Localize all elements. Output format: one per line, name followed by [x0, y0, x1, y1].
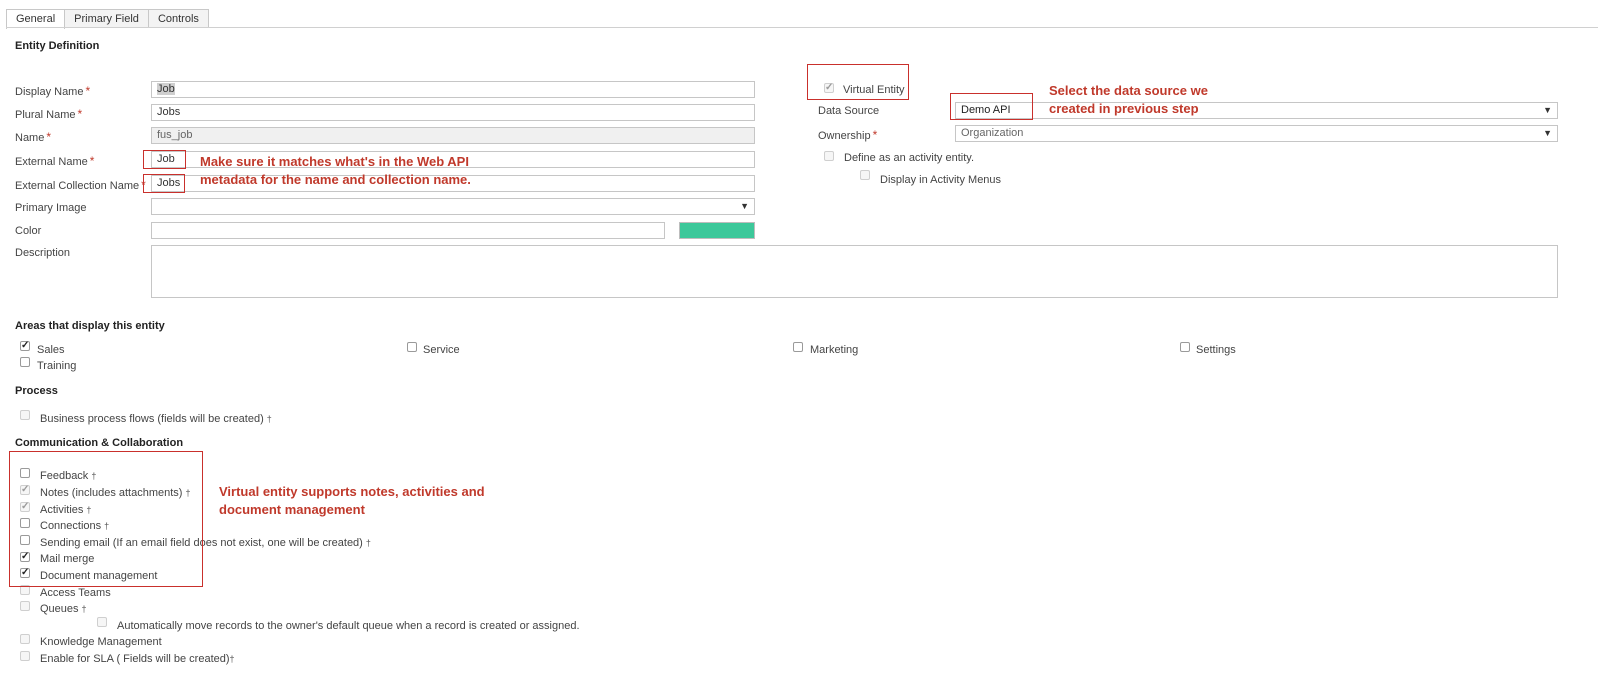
dagger-marker: † — [81, 604, 87, 614]
data-source-label: Data Source — [818, 105, 880, 117]
queues-checkbox — [20, 601, 30, 611]
display-activity-menus-label: Display in Activity Menus — [880, 174, 1002, 186]
enable-sla-label: Enable for SLA ( Fields will be created)… — [40, 653, 235, 665]
dropdown-arrow-icon: ▼ — [1543, 105, 1552, 115]
required-marker: * — [46, 130, 52, 144]
ownership-select: Organization ▼ — [955, 125, 1558, 142]
enable-sla-checkbox — [20, 651, 30, 661]
annotation-data-source: Select the data source we created in pre… — [1049, 83, 1208, 116]
sales-label: Sales — [37, 344, 65, 356]
tab-strip: General Primary Field Controls — [6, 9, 209, 29]
tab-primary-field[interactable]: Primary Field — [64, 9, 149, 28]
training-checkbox[interactable] — [20, 357, 30, 367]
section-title-process: Process — [15, 385, 58, 397]
annotation-box-communication — [9, 451, 203, 587]
access-teams-label: Access Teams — [40, 587, 111, 599]
annotation-box-data-source — [950, 93, 1033, 120]
annotation-box-external-name — [143, 150, 186, 169]
define-activity-checkbox — [824, 151, 834, 161]
business-process-flows-label: Business process flows (fields will be c… — [40, 413, 272, 425]
service-checkbox[interactable] — [407, 342, 417, 352]
name-label: Name * — [15, 130, 52, 144]
ownership-label: Ownership * — [818, 128, 878, 142]
annotation-box-virtual-entity — [807, 64, 909, 100]
external-collection-name-label: External Collection Name * — [15, 178, 146, 192]
auto-move-queue-label: Automatically move records to the owner'… — [117, 620, 580, 632]
display-name-label: Display Name * — [15, 84, 91, 98]
tab-divider — [6, 27, 1598, 28]
display-activity-menus-checkbox — [860, 170, 870, 180]
tab-controls[interactable]: Controls — [147, 9, 209, 28]
plural-name-input[interactable]: Jobs — [151, 104, 755, 121]
annotation-external-names: Make sure it matches what's in the Web A… — [200, 154, 471, 187]
required-marker: * — [85, 84, 91, 98]
section-title-entity-definition: Entity Definition — [15, 40, 100, 52]
knowledge-management-checkbox — [20, 634, 30, 644]
color-label: Color — [15, 225, 42, 237]
required-marker: * — [89, 154, 95, 168]
queues-label: Queues † — [40, 603, 87, 615]
required-marker: * — [872, 128, 878, 142]
dropdown-arrow-icon: ▼ — [740, 201, 749, 211]
section-title-areas: Areas that display this entity — [15, 320, 165, 332]
color-swatch[interactable] — [679, 222, 755, 239]
settings-checkbox[interactable] — [1180, 342, 1190, 352]
required-marker: * — [77, 107, 83, 121]
color-input[interactable] — [151, 222, 665, 239]
name-input: fus_job — [151, 127, 755, 144]
service-label: Service — [423, 344, 460, 356]
dagger-marker: † — [229, 654, 235, 664]
marketing-label: Marketing — [810, 344, 859, 356]
sales-checkbox[interactable]: ✓ — [20, 341, 30, 351]
marketing-checkbox[interactable] — [793, 342, 803, 352]
section-title-communication: Communication & Collaboration — [15, 437, 184, 449]
description-textarea[interactable] — [151, 245, 1558, 298]
business-process-flows-checkbox — [20, 410, 30, 420]
annotation-virtual-entity-support: Virtual entity supports notes, activitie… — [219, 484, 485, 517]
knowledge-management-label: Knowledge Management — [40, 636, 162, 648]
primary-image-select[interactable]: ▼ — [151, 198, 755, 215]
display-name-input[interactable]: Job — [151, 81, 755, 98]
annotation-box-external-collection-name — [143, 174, 185, 193]
settings-label: Settings — [1196, 344, 1236, 356]
primary-image-label: Primary Image — [15, 202, 87, 214]
auto-move-queue-checkbox — [97, 617, 107, 627]
training-label: Training — [37, 360, 77, 372]
tab-general[interactable]: General — [6, 9, 66, 29]
external-name-label: External Name * — [15, 154, 95, 168]
dagger-marker: † — [266, 414, 272, 424]
dropdown-arrow-icon: ▼ — [1543, 128, 1552, 138]
description-label: Description — [15, 247, 71, 259]
data-source-select[interactable]: Demo API ▼ — [955, 102, 1558, 119]
dagger-marker: † — [365, 538, 371, 548]
define-activity-label: Define as an activity entity. — [844, 152, 975, 164]
plural-name-label: Plural Name * — [15, 107, 83, 121]
